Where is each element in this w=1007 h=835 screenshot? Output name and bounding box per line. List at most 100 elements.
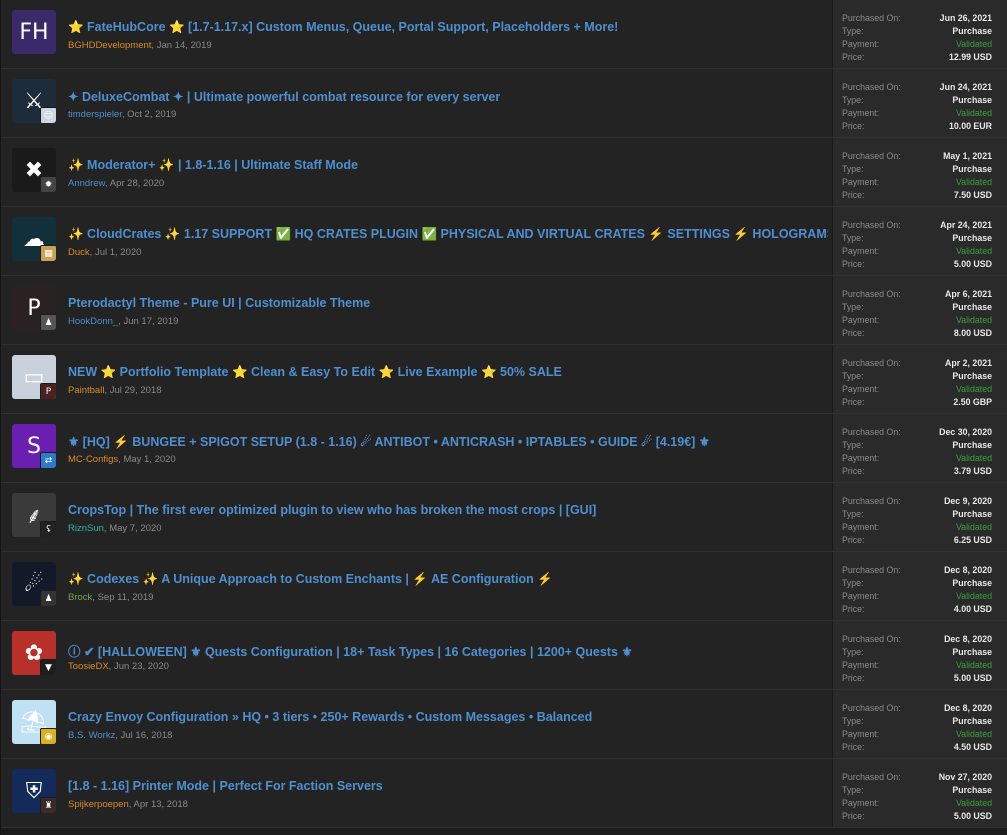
price-line: Price: 8.00 USD	[842, 327, 992, 340]
resource-title-link[interactable]: NEW ⭐ Portfolio Template ⭐ Clean & Easy …	[68, 365, 828, 380]
user-avatar-icon[interactable]: ♟	[40, 314, 56, 330]
resource-title-link[interactable]: Pterodactyl Theme - Pure UI | Customizab…	[68, 296, 828, 310]
user-avatar-icon[interactable]: ✹	[40, 176, 56, 192]
payment-status-value: Validated	[955, 660, 992, 670]
release-date: Apr 13, 2018	[133, 799, 188, 810]
payment-status-label: Payment:	[842, 453, 880, 463]
purchase-type-line: Type: Purchase	[842, 715, 992, 728]
payment-status-value: Validated	[955, 729, 992, 739]
purchase-info-panel: Purchased On: Nov 27, 2020 Type: Purchase Pa…	[832, 759, 1007, 827]
user-avatar-icon[interactable]: ☺	[40, 107, 56, 123]
purchase-row: ⸙ ʢ CropsTop | The first ever optimized pl…	[1, 483, 1007, 552]
resource-title-link[interactable]: ⚜ [HQ] ⚡ BUNGEE + SPIGOT SETUP (1.8 - 1.…	[68, 434, 828, 450]
price-value: 5.00 USD	[953, 673, 992, 683]
user-avatar-icon[interactable]: P	[40, 383, 56, 399]
user-avatar-icon[interactable]: ⇄	[40, 452, 56, 468]
purchase-type-label: Type:	[842, 95, 864, 105]
resource-icon-link[interactable]: P ♟	[12, 286, 56, 330]
user-avatar-icon[interactable]: ▦	[40, 245, 56, 261]
resource-title-link[interactable]: ✨ CloudCrates ✨ 1.17 SUPPORT ✅ HQ CRATES…	[68, 227, 828, 242]
purchased-on-value: Dec 8, 2020	[944, 634, 992, 644]
purchased-on-line: Purchased On: Apr 2, 2021	[842, 357, 992, 370]
payment-status-label: Payment:	[842, 39, 880, 49]
author-link[interactable]: B.S. Workz	[68, 730, 115, 741]
purchase-type-value: Purchase	[952, 233, 992, 243]
payment-status-line: Payment: Validated	[842, 590, 992, 603]
price-value: 10.00 EUR	[948, 121, 992, 131]
purchase-row: FH ⭐ FateHubCore ⭐ [1.7-1.17.x] Custom Me…	[1, 0, 1007, 69]
release-date: Jun 17, 2019	[123, 316, 179, 327]
resource-icon-link[interactable]: S ⇄	[12, 424, 56, 468]
resource-icon-link[interactable]: ☄ ♟	[12, 562, 56, 606]
purchase-type-value: Purchase	[952, 26, 992, 36]
author-link[interactable]: timderspieler	[68, 109, 122, 120]
purchase-info-panel: Purchased On: May 1, 2021 Type: Purchase Pay…	[832, 138, 1007, 206]
resource-meta: Anndrew, Apr 28, 2020	[68, 178, 164, 189]
author-link[interactable]: HookDonn_	[68, 316, 118, 327]
resource-icon-link[interactable]: ▭ P	[12, 355, 56, 399]
resource-icon-link[interactable]: ⛱ ◉	[12, 700, 56, 744]
resource-icon-link[interactable]: ⚔ ☺	[12, 79, 56, 123]
release-date: Jul 16, 2018	[120, 730, 173, 741]
author-link[interactable]: RiznSun	[68, 523, 104, 534]
purchase-row: P ♟ Pterodactyl Theme - Pure UI | Customiz…	[1, 276, 1007, 345]
author-link[interactable]: Paintball	[68, 385, 104, 396]
release-date: Jun 23, 2020	[113, 661, 169, 672]
purchased-on-label: Purchased On:	[842, 703, 901, 713]
purchase-type-line: Type: Purchase	[842, 508, 992, 521]
author-link[interactable]: ToosieDX	[68, 661, 109, 672]
purchased-on-label: Purchased On:	[842, 289, 901, 299]
user-avatar-icon[interactable]: ◉	[40, 728, 56, 744]
resource-icon-link[interactable]: ☁ ▦	[12, 217, 56, 261]
resource-icon-link[interactable]: FH	[12, 10, 56, 54]
price-value: 4.50 USD	[953, 742, 992, 752]
author-link[interactable]: MC-Configs	[68, 454, 118, 465]
resource-meta: Spijkerpoepen, Apr 13, 2018	[68, 799, 188, 810]
user-avatar-icon[interactable]: ♜	[40, 797, 56, 813]
author-link[interactable]: Duck	[68, 247, 90, 258]
price-label: Price:	[842, 811, 865, 821]
resource-icon-link[interactable]: ✿ ▼	[12, 631, 56, 675]
resource-icon-link[interactable]: ⸙ ʢ	[12, 493, 56, 537]
price-label: Price:	[842, 742, 865, 752]
fatehub-logo-icon: FH	[19, 19, 49, 45]
resource-meta: ToosieDX, Jun 23, 2020	[68, 661, 169, 672]
purchased-on-value: Apr 6, 2021	[945, 289, 992, 299]
resource-title-link[interactable]: [1.8 - 1.16] Printer Mode | Perfect For …	[68, 779, 828, 793]
resource-title-link[interactable]: ✨ Codexes ✨ A Unique Approach to Custom …	[68, 572, 828, 587]
resource-icon-link[interactable]: ⛨ ♜	[12, 769, 56, 813]
payment-status-line: Payment: Validated	[842, 383, 992, 396]
purchase-type-line: Type: Purchase	[842, 94, 992, 107]
resource-title-link[interactable]: ⭐ FateHubCore ⭐ [1.7-1.17.x] Custom Menu…	[68, 20, 828, 35]
user-avatar-icon[interactable]: ʢ	[40, 521, 56, 537]
purchased-on-line: Purchased On: Dec 8, 2020	[842, 564, 992, 577]
resource-title-link[interactable]: ✨ Moderator+ ✨ | 1.8-1.16 | Ultimate Sta…	[68, 158, 828, 173]
resource-icon-link[interactable]: ✖ ✹	[12, 148, 56, 192]
author-link[interactable]: BGHDDevelopment	[68, 40, 151, 51]
user-avatar-icon[interactable]: ♟	[40, 590, 56, 606]
purchased-on-value: Dec 8, 2020	[944, 565, 992, 575]
resource-meta: Brock, Sep 11, 2019	[68, 592, 153, 603]
user-avatar-icon[interactable]: ▼	[40, 659, 56, 675]
purchase-type-value: Purchase	[952, 371, 992, 381]
price-line: Price: 3.79 USD	[842, 465, 992, 478]
purchase-type-value: Purchase	[952, 578, 992, 588]
price-line: Price: 7.50 USD	[842, 189, 992, 202]
payment-status-line: Payment: Validated	[842, 797, 992, 810]
price-value: 6.25 USD	[953, 535, 992, 545]
payment-status-value: Validated	[955, 522, 992, 532]
author-link[interactable]: Spijkerpoepen	[68, 799, 129, 810]
resource-title-link[interactable]: ⓘ ✔ [HALLOWEEN] ⚜ Quests Configuration |…	[68, 641, 828, 660]
purchase-type-value: Purchase	[952, 302, 992, 312]
resource-meta: B.S. Workz, Jul 16, 2018	[68, 730, 172, 741]
purchase-type-line: Type: Purchase	[842, 370, 992, 383]
resource-title-link[interactable]: Crazy Envoy Configuration » HQ • 3 tiers…	[68, 710, 828, 724]
resource-title-link[interactable]: ✦ DeluxeCombat ✦ | Ultimate powerful com…	[68, 89, 828, 104]
price-line: Price: 5.00 USD	[842, 672, 992, 685]
author-link[interactable]: Anndrew	[68, 178, 105, 189]
resource-title-link[interactable]: CropsTop | The first ever optimized plug…	[68, 503, 828, 517]
author-link[interactable]: Brock	[68, 592, 92, 603]
release-date: Oct 2, 2019	[127, 109, 177, 120]
release-date: May 1, 2020	[123, 454, 176, 465]
purchased-on-label: Purchased On:	[842, 220, 901, 230]
